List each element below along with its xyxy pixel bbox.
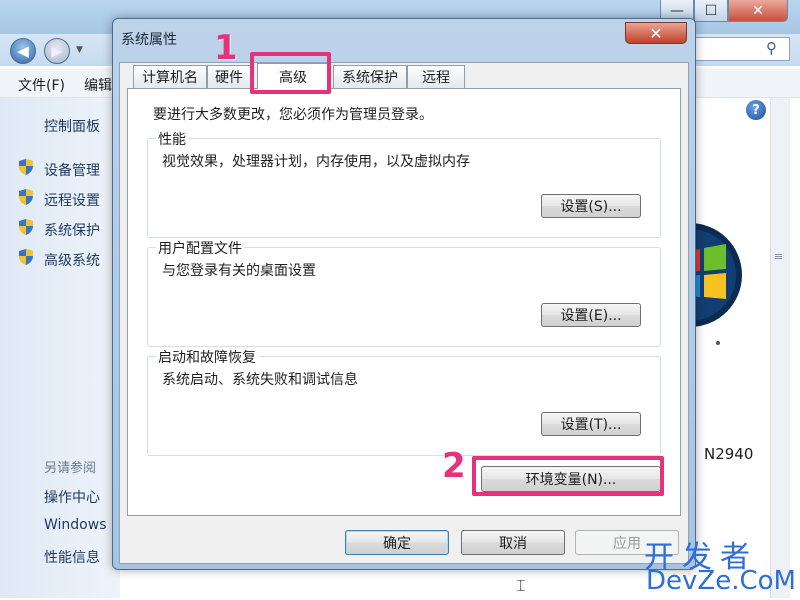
user-profiles-group: 用户配置文件 与您登录有关的桌面设置 设置(E)... (147, 238, 661, 347)
chevron-down-icon[interactable]: ▼ (76, 45, 83, 55)
sidebar-item-advanced-settings[interactable]: 高级系统 (44, 250, 100, 270)
site-watermark: 开发者 DevZe.CoM (640, 530, 800, 600)
environment-variables-button[interactable]: 环境变量(N)... (481, 466, 661, 492)
step1-number: 1 (214, 28, 238, 68)
startup-recovery-group: 启动和故障恢复 系统启动、系统失败和调试信息 设置(T)... (147, 347, 661, 456)
search-icon[interactable]: ⚲ (766, 39, 777, 57)
tab-system-protection[interactable]: 系统保护 (333, 65, 407, 88)
see-also-label: 另请参阅 (44, 461, 97, 476)
dialog-close-button[interactable]: ✕ (625, 22, 687, 44)
tab-remote[interactable]: 远程 (407, 65, 465, 88)
sidebar-item-system-protection[interactable]: 系统保护 (44, 220, 100, 240)
tab-hardware[interactable]: 硬件 (207, 65, 251, 88)
watermark-en-text: DevZe.CoM (646, 566, 796, 596)
startup-recovery-description: 系统启动、系统失败和调试信息 (162, 372, 358, 388)
user-profiles-description: 与您登录有关的桌面设置 (162, 263, 316, 279)
shield-icon (19, 219, 33, 235)
text-cursor-icon: ⌶ (516, 576, 526, 595)
shield-icon (19, 189, 33, 205)
sidebar-item-device-manager[interactable]: 设备管理 (44, 160, 100, 180)
shield-icon (19, 249, 33, 265)
see-also-windows-update[interactable]: Windows (44, 517, 107, 533)
see-also-action-center[interactable]: 操作中心 (44, 487, 100, 507)
step2-number: 2 (442, 446, 466, 486)
tab-advanced[interactable]: 高级 (257, 63, 329, 89)
system-properties-dialog: 系统属性 ✕ 计算机名 硬件 高级 系统保护 远程 要进行大多数更改，您必须作为… (112, 18, 696, 570)
admin-login-note: 要进行大多数更改，您必须作为管理员登录。 (153, 107, 433, 123)
cancel-button[interactable]: 取消 (461, 530, 565, 555)
performance-description: 视觉效果，处理器计划，内存使用，以及虚拟内存 (162, 154, 470, 170)
sidebar-item-remote-settings[interactable]: 远程设置 (44, 190, 100, 210)
shield-icon (19, 159, 33, 175)
vertical-scrollbar[interactable] (770, 98, 790, 598)
dialog-client-area: 计算机名 硬件 高级 系统保护 远程 要进行大多数更改，您必须作为管理员登录。 … (119, 62, 689, 564)
maximize-button[interactable]: ☐ (694, 0, 728, 22)
performance-group: 性能 视觉效果，处理器计划，内存使用，以及虚拟内存 设置(S)... (147, 129, 661, 238)
performance-settings-button[interactable]: 设置(S)... (541, 194, 641, 218)
dialog-title: 系统属性 (121, 32, 177, 48)
performance-group-title: 性能 (156, 129, 188, 149)
window-close-button[interactable]: ✕ (728, 0, 788, 22)
ok-button[interactable]: 确定 (345, 530, 449, 555)
menu-edit[interactable]: 编辑 (84, 75, 112, 95)
scrollbar-grip-icon[interactable]: ≡ (774, 250, 783, 263)
startup-recovery-settings-button[interactable]: 设置(T)... (541, 412, 641, 436)
back-arrow-icon[interactable]: ◀ (10, 38, 36, 64)
sidebar-home-link[interactable]: 控制面板 (44, 116, 100, 136)
processor-model-text: N2940 (704, 445, 754, 463)
forward-arrow-icon[interactable]: ▶ (44, 38, 70, 64)
tab-computer-name[interactable]: 计算机名 (133, 65, 207, 88)
startup-recovery-group-title: 启动和故障恢复 (156, 347, 258, 367)
menu-file[interactable]: 文件(F) (18, 75, 65, 95)
user-profiles-group-title: 用户配置文件 (156, 238, 244, 258)
see-also-performance-info[interactable]: 性能信息 (44, 547, 100, 567)
help-icon[interactable]: ? (746, 100, 766, 120)
user-profiles-settings-button[interactable]: 设置(E)... (541, 303, 641, 327)
